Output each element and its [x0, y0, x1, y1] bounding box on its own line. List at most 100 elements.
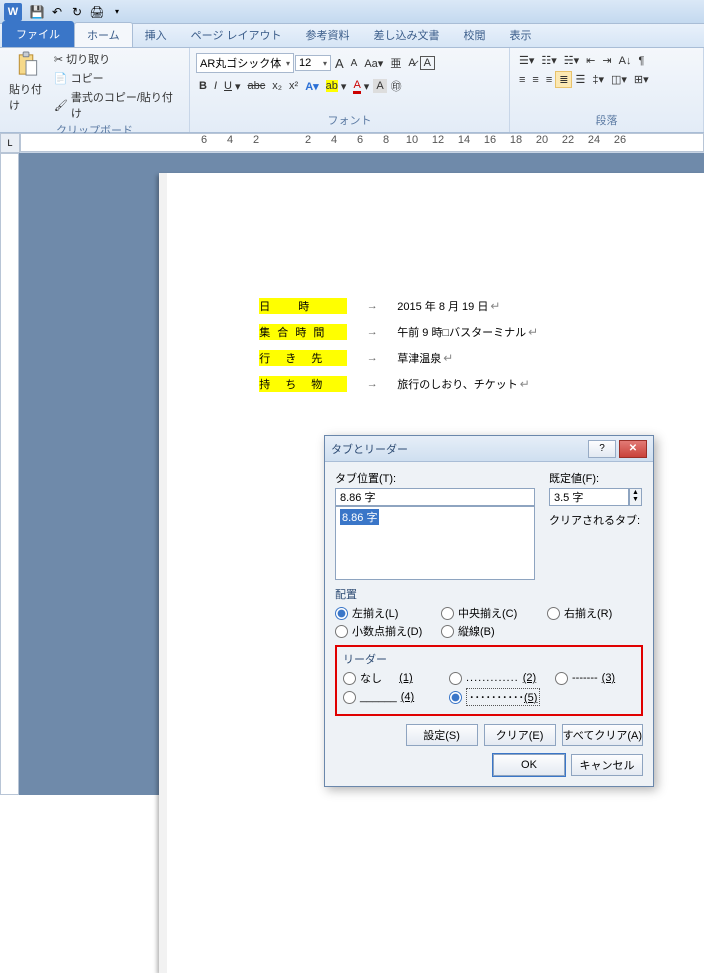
doc-line[interactable]: 日 時→2015 年 8 月 19 日↵ — [259, 293, 604, 319]
copy-button[interactable]: 📄コピー — [51, 69, 183, 87]
tab-selector[interactable]: L — [0, 133, 20, 153]
shading-button[interactable]: ◫▾ — [608, 72, 630, 87]
radio-leader-2[interactable]: .............(2) — [449, 670, 549, 686]
shrink-font-button[interactable]: A — [348, 57, 361, 70]
group-label: フォント — [196, 112, 503, 130]
tab-review[interactable]: 校閲 — [452, 23, 498, 47]
highlight-button[interactable]: ab▾ — [323, 79, 350, 94]
spinner-down-icon[interactable]: ▼ — [630, 496, 641, 503]
tab-home[interactable]: ホーム — [74, 22, 133, 47]
dec-indent-button[interactable]: ⇤ — [583, 53, 598, 68]
radio-align-left[interactable]: 左揃え(L) — [335, 605, 435, 621]
bullets-button[interactable]: ☰▾ — [516, 53, 537, 68]
italic-button[interactable]: I — [211, 79, 220, 93]
scissors-icon: ✂ — [54, 53, 63, 66]
change-case-button[interactable]: Aa▾ — [361, 56, 386, 71]
justify-button[interactable]: ≣ — [556, 72, 571, 87]
inc-indent-button[interactable]: ⇥ — [599, 53, 614, 68]
tab-arrow-icon: → — [347, 378, 397, 390]
set-button[interactable]: 設定(S) — [406, 724, 478, 746]
cut-button[interactable]: ✂切り取り — [51, 50, 183, 68]
phonetic-button[interactable]: 亜 — [387, 54, 404, 72]
show-marks-button[interactable]: ¶ — [635, 54, 647, 68]
radio-align-right[interactable]: 右揃え(R) — [547, 605, 647, 621]
tab-mailings[interactable]: 差し込み文書 — [362, 23, 452, 47]
help-button[interactable]: ? — [588, 440, 616, 458]
dialog-title: タブとリーダー — [331, 441, 585, 457]
subscript-button[interactable]: x₂ — [269, 79, 285, 93]
horizontal-ruler[interactable]: 6422468101214161820222426 — [20, 133, 704, 152]
undo-icon[interactable]: ↶ — [48, 3, 66, 21]
grow-font-button[interactable]: A — [332, 55, 347, 72]
group-paragraph: ☰▾ ☷▾ ☵▾ ⇤ ⇥ A↓ ¶ ≡ ≡ ≡ ≣ ☰ ‡▾ ◫▾ ⊞▾ 段落 — [510, 48, 704, 132]
paste-label: 貼り付け — [9, 81, 46, 113]
multilevel-button[interactable]: ☵▾ — [561, 53, 582, 68]
doc-line[interactable]: 持 ち 物→旅行のしおり、チケット↵ — [259, 371, 604, 397]
numbering-button[interactable]: ☷▾ — [538, 53, 559, 68]
tab-arrow-icon: → — [347, 300, 397, 312]
ok-button[interactable]: OK — [493, 754, 565, 776]
spinner-up-icon[interactable]: ▲ — [630, 489, 641, 496]
group-font: AR丸ゴシック体▾ 12▾ A A Aa▾ 亜 A̷ A B I U▾ abc … — [190, 48, 510, 132]
tab-insert[interactable]: 挿入 — [133, 23, 179, 47]
radio-align-decimal[interactable]: 小数点揃え(D) — [335, 623, 435, 639]
tabpos-list[interactable]: 8.86 字 — [335, 506, 535, 580]
save-icon[interactable]: 💾 — [28, 3, 46, 21]
radio-align-bar[interactable]: 縦線(B) — [441, 623, 541, 639]
leader-group: リーダー なし (1) .............(2) -------(3) … — [335, 645, 643, 716]
clear-format-button[interactable]: A̷ — [405, 56, 418, 70]
alignment-group: 配置 左揃え(L) 中央揃え(C) 右揃え(R) 小数点揃え(D) 縦線(B) — [335, 586, 643, 639]
dialog-titlebar[interactable]: タブとリーダー ? ✕ — [325, 436, 653, 462]
line-spacing-button[interactable]: ‡▾ — [589, 72, 607, 87]
radio-leader-5[interactable]: ･･････････(5) — [449, 688, 549, 706]
font-size-combo[interactable]: 12▾ — [295, 55, 331, 71]
redo-icon[interactable]: ↻ — [68, 3, 86, 21]
align-right-button[interactable]: ≡ — [543, 73, 555, 87]
ruler-row: L 6422468101214161820222426 — [0, 133, 704, 153]
font-color-button[interactable]: A▾ — [350, 78, 372, 95]
text-effects-button[interactable]: A▾ — [302, 79, 321, 94]
char-shading-button[interactable]: A — [373, 79, 386, 93]
paragraph-mark-icon: ↵ — [490, 299, 500, 313]
cancel-button[interactable]: キャンセル — [571, 754, 643, 776]
tab-file[interactable]: ファイル — [2, 21, 74, 47]
sort-button[interactable]: A↓ — [616, 54, 635, 68]
strike-button[interactable]: abc — [245, 79, 269, 93]
chevron-down-icon: ▾ — [323, 59, 327, 68]
paste-button[interactable]: 貼り付け — [6, 50, 49, 114]
tab-view[interactable]: 表示 — [498, 23, 544, 47]
clear-button[interactable]: クリア(E) — [484, 724, 556, 746]
vertical-ruler[interactable] — [0, 153, 19, 795]
radio-align-center[interactable]: 中央揃え(C) — [441, 605, 541, 621]
customize-qat-icon[interactable]: ▾ — [108, 3, 126, 21]
line-label: 日 時 — [259, 298, 347, 314]
line-label: 持 ち 物 — [259, 376, 347, 392]
distributed-button[interactable]: ☰ — [572, 72, 588, 87]
close-button[interactable]: ✕ — [619, 440, 647, 458]
borders-button[interactable]: ⊞▾ — [631, 72, 652, 87]
underline-button[interactable]: U▾ — [221, 79, 243, 94]
format-painter-button[interactable]: 🖌書式のコピー/貼り付け — [51, 88, 183, 122]
align-left-button[interactable]: ≡ — [516, 73, 528, 87]
print-icon[interactable]: 🖨 — [88, 3, 106, 21]
list-item[interactable]: 8.86 字 — [340, 509, 379, 525]
radio-leader-3[interactable]: -------(3) — [555, 670, 655, 686]
brush-icon: 🖌 — [54, 99, 68, 112]
default-label: 既定値(F): — [549, 470, 642, 486]
leader-legend: リーダー — [343, 651, 635, 667]
align-center-button[interactable]: ≡ — [529, 73, 541, 87]
radio-leader-none[interactable]: なし (1) — [343, 670, 443, 686]
char-border-button[interactable]: A — [420, 56, 435, 70]
tabpos-input[interactable] — [335, 488, 535, 506]
tab-layout[interactable]: ページ レイアウト — [179, 23, 294, 47]
font-name-combo[interactable]: AR丸ゴシック体▾ — [196, 53, 294, 73]
superscript-button[interactable]: x² — [286, 79, 301, 93]
clear-all-button[interactable]: すべてクリア(A) — [562, 724, 643, 746]
enclose-char-button[interactable]: ㊞ — [388, 77, 405, 95]
radio-leader-4[interactable]: ______(4) — [343, 688, 443, 706]
doc-line[interactable]: 集 合 時 間→午前 9 時□バスターミナル↵ — [259, 319, 604, 345]
doc-line[interactable]: 行 き 先→草津温泉↵ — [259, 345, 604, 371]
tab-references[interactable]: 参考資料 — [294, 23, 362, 47]
bold-button[interactable]: B — [196, 79, 210, 93]
default-input[interactable] — [549, 488, 629, 506]
